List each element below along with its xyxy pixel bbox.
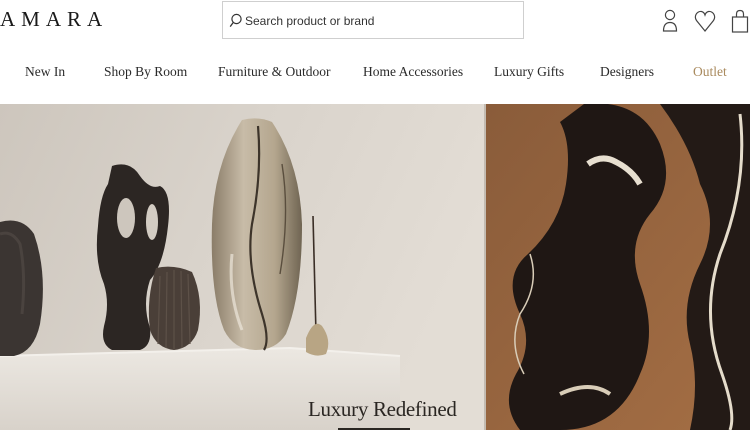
nav-item-shop-by-room[interactable]: Shop By Room — [104, 64, 187, 80]
search-bar[interactable] — [222, 1, 524, 39]
search-icon — [229, 13, 242, 27]
nav-item-outlet[interactable]: Outlet — [693, 64, 727, 80]
nav-item-home-accessories[interactable]: Home Accessories — [363, 64, 463, 80]
nav-item-new-in[interactable]: New In — [25, 64, 65, 80]
hero-banner[interactable]: Luxury Redefined — [0, 104, 750, 430]
nav-item-designers[interactable]: Designers — [600, 64, 654, 80]
wishlist-button[interactable] — [694, 8, 716, 39]
nav-item-furniture-outdoor[interactable]: Furniture & Outdoor — [218, 64, 331, 80]
shopping-bag-button[interactable] — [731, 8, 749, 39]
user-icon — [662, 9, 678, 32]
search-input[interactable] — [245, 10, 515, 32]
account-button[interactable] — [662, 8, 678, 39]
amara-logo[interactable]: AMARA — [0, 7, 108, 32]
heart-icon — [694, 10, 716, 32]
nav-item-luxury-gifts[interactable]: Luxury Gifts — [494, 64, 564, 80]
main-navigation: New In Shop By Room Furniture & Outdoor … — [0, 56, 750, 90]
top-header: AMARA — [0, 0, 750, 44]
hero-image — [0, 104, 750, 430]
hero-title: Luxury Redefined — [308, 397, 457, 421]
shopping-bag-icon — [731, 9, 749, 33]
